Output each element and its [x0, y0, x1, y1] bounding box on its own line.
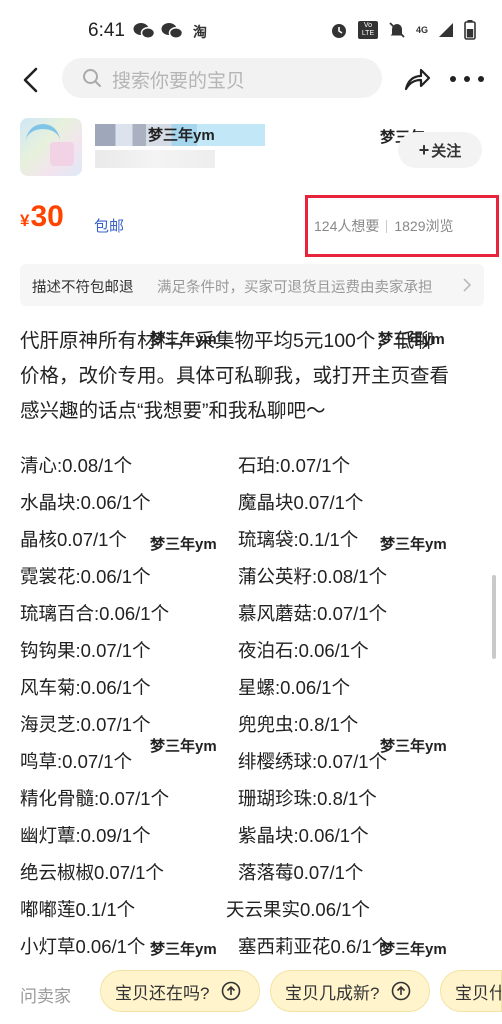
list-item: 钩钩果:0.07/1个 — [20, 640, 151, 661]
scrollbar[interactable] — [492, 575, 496, 659]
status-bar: 6:41 淘 Vo LTE 4G — [0, 0, 502, 58]
list-item: 琉璃袋:0.1/1个 — [238, 529, 359, 550]
watermark: 梦三年ym — [148, 127, 215, 144]
watermark: 梦三年ym — [380, 738, 447, 755]
watermark: 梦三年ym — [150, 738, 217, 755]
system-icons: Vo LTE 4G — [330, 20, 476, 40]
watermark: 梦三年ym — [150, 941, 217, 958]
arrow-up-circle-icon — [392, 981, 411, 1001]
list-item: 精化骨髓:0.07/1个 — [20, 788, 170, 809]
price-value: 30 — [30, 200, 64, 233]
list-item: 慕风蘑菇:0.07/1个 — [238, 603, 388, 624]
chip-label: 宝贝几成新? — [285, 983, 380, 1003]
share-icon[interactable] — [402, 65, 432, 93]
list-item: 魔晶块0.07/1个 — [238, 492, 364, 513]
list-item: 蒲公英籽:0.08/1个 — [238, 566, 388, 587]
follow-button[interactable]: + 关注 — [398, 132, 482, 168]
quick-question-chip[interactable]: 宝贝几成新? — [270, 970, 430, 1012]
seller-info-redacted — [95, 150, 215, 168]
top-nav: 搜索你要的宝贝 — [0, 58, 502, 102]
wechat-icon — [161, 23, 183, 39]
list-item: 风车菊:0.06/1个 — [20, 677, 151, 698]
list-item: 天云果实0.06/1个 — [226, 899, 370, 920]
list-item: 绯樱绣球:0.07/1个 — [238, 751, 388, 772]
battery-icon — [464, 20, 476, 40]
list-item: 清心:0.08/1个 — [20, 455, 133, 476]
currency-symbol: ¥ — [20, 211, 30, 230]
guarantee-strip[interactable]: 描述不符包邮退 满足条件时，买家可退货且运费由卖家承担 — [20, 264, 484, 306]
alarm-icon — [331, 24, 346, 38]
list-item: 琉璃百合:0.06/1个 — [20, 603, 170, 624]
list-item: 夜泊石:0.06/1个 — [238, 640, 369, 661]
list-item: 晶核0.07/1个 — [20, 529, 127, 550]
watermark: 梦三年ym — [380, 536, 447, 553]
search-input[interactable]: 搜索你要的宝贝 — [62, 58, 382, 98]
list-item: 石珀:0.07/1个 — [238, 455, 351, 476]
more-options-icon[interactable] — [450, 76, 484, 84]
watermark: 梦三年ym — [378, 331, 445, 348]
plus-icon: + — [418, 139, 430, 160]
list-item: 塞西莉亚花0.6/1个 — [238, 936, 391, 957]
list-item: 珊瑚珍珠:0.8/1个 — [238, 788, 377, 809]
quick-question-chip[interactable]: 宝贝还在吗? — [100, 970, 260, 1012]
data-4g-icon: 4G — [415, 25, 428, 35]
quick-question-chip[interactable]: 宝贝什么 — [440, 970, 502, 1012]
chevron-right-icon — [463, 278, 472, 292]
notification-icons: 淘 — [133, 22, 207, 42]
chip-label: 宝贝什么 — [455, 983, 501, 1003]
guarantee-title: 描述不符包邮退 — [32, 280, 134, 296]
status-time: 6:41 — [88, 20, 125, 41]
watermark: 梦三年ym — [150, 331, 217, 348]
search-placeholder: 搜索你要的宝贝 — [112, 71, 246, 92]
list-item: 海灵芝:0.07/1个 — [20, 714, 151, 735]
follow-label: 关注 — [431, 142, 462, 160]
list-item: 水晶块:0.06/1个 — [20, 492, 151, 513]
taobao-icon: 淘 — [193, 24, 207, 40]
search-icon — [83, 69, 101, 87]
price: ¥ 30 — [20, 200, 64, 234]
chip-label: 宝贝还在吗? — [115, 983, 210, 1003]
mute-icon — [389, 22, 405, 38]
guarantee-desc: 满足条件时，买家可退货且运费由卖家承担 — [157, 280, 433, 296]
list-item: 绝云椒椒0.07/1个 — [20, 862, 164, 883]
watermark: 梦三年ym — [380, 941, 447, 958]
volte-icon: Vo LTE — [357, 21, 378, 39]
list-item: 落落莓0.07/1个 — [238, 862, 364, 883]
description-line: 感兴趣的话点“我想要”和我私聊吧～ — [20, 400, 326, 422]
seller-avatar[interactable] — [20, 118, 82, 176]
list-item: 幽灯蕈:0.09/1个 — [20, 825, 151, 846]
bottom-bar: 问卖家 宝贝还在吗? 宝贝几成新? 宝贝什么 — [0, 962, 502, 1024]
list-item: 小灯草0.06/1个 — [20, 936, 146, 957]
ask-seller-label[interactable]: 问卖家 — [20, 982, 71, 1007]
list-item: 紫晶块:0.06/1个 — [238, 825, 369, 846]
arrow-up-circle-icon — [222, 981, 241, 1001]
list-item: 鸣草:0.07/1个 — [20, 751, 133, 772]
wechat-icon — [133, 23, 155, 39]
back-arrow-icon[interactable] — [18, 66, 46, 94]
list-item: 星螺:0.06/1个 — [238, 677, 351, 698]
description-line: 价格，改价专用。具体可私聊我，或打开主页查看 — [20, 365, 450, 387]
signal-icon — [439, 23, 453, 37]
free-shipping-tag: 包邮 — [94, 218, 125, 235]
highlight-box — [305, 195, 499, 257]
list-item: 霓裳花:0.06/1个 — [20, 566, 151, 587]
list-item: 兜兜虫:0.8/1个 — [238, 714, 359, 735]
list-item: 嘟嘟莲0.1/1个 — [20, 899, 136, 920]
watermark: 梦三年ym — [150, 536, 217, 553]
